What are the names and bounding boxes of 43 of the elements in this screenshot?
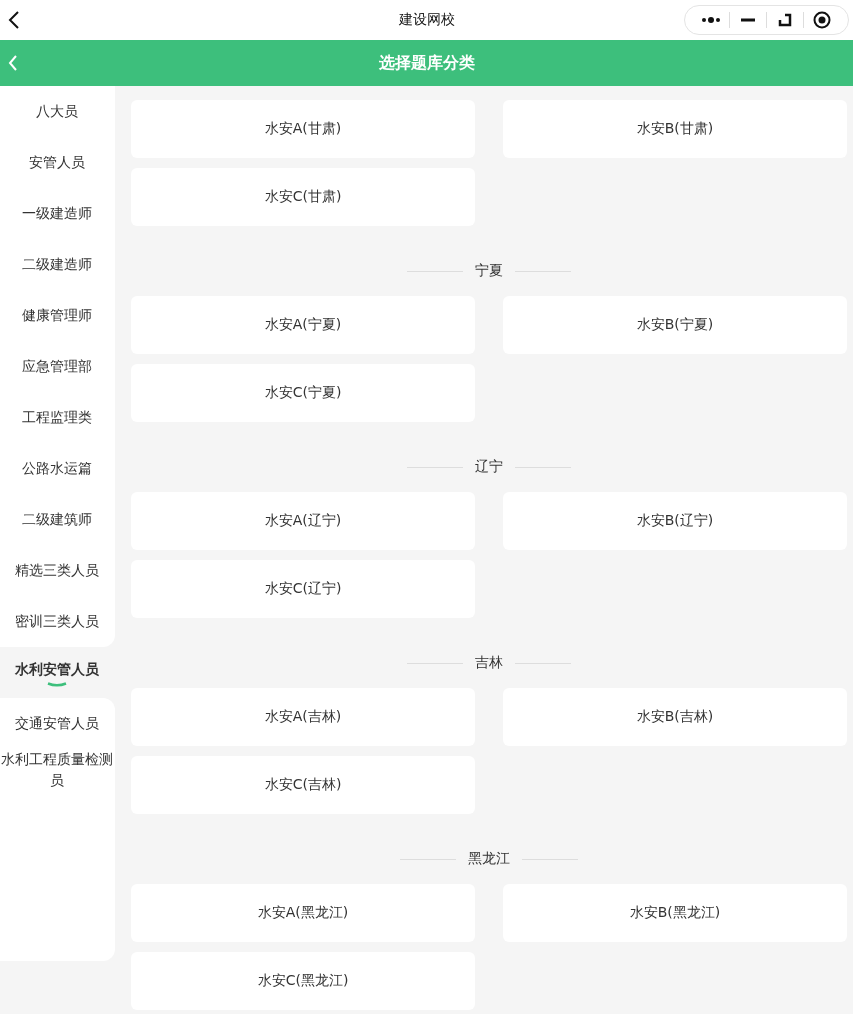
category-card[interactable]: 水安C(吉林) xyxy=(131,756,475,814)
sidebar-item[interactable]: 精选三类人员 xyxy=(0,545,115,596)
category-card[interactable]: 水安C(辽宁) xyxy=(131,560,475,618)
category-card[interactable]: 水安A(宁夏) xyxy=(131,296,475,354)
category-card[interactable]: 水安A(吉林) xyxy=(131,688,475,746)
category-card[interactable]: 水安B(甘肃) xyxy=(503,100,847,158)
sidebar-item[interactable]: 水利工程质量检测员 xyxy=(0,749,115,961)
minimize-icon xyxy=(740,18,756,22)
header-title: 选择题库分类 xyxy=(378,52,475,74)
category-card[interactable]: 水安A(甘肃) xyxy=(131,100,475,158)
more-icon xyxy=(701,16,721,24)
sidebar-item[interactable]: 公路水运篇 xyxy=(0,443,115,494)
section-title: 宁夏 xyxy=(475,262,503,280)
sidebar-item[interactable]: 二级建筑师 xyxy=(0,494,115,545)
category-card[interactable]: 水安B(黑龙江) xyxy=(503,884,847,942)
category-card[interactable]: 水安B(宁夏) xyxy=(503,296,847,354)
window-icon xyxy=(778,13,792,27)
sidebar-item[interactable]: 工程监理类 xyxy=(0,392,115,443)
category-card[interactable]: 水安A(黑龙江) xyxy=(131,884,475,942)
section-title: 辽宁 xyxy=(475,458,503,476)
sidebar-item[interactable]: 二级建造师 xyxy=(0,239,115,290)
category-card[interactable]: 水安C(甘肃) xyxy=(131,168,475,226)
category-card[interactable]: 水安B(吉林) xyxy=(503,688,847,746)
category-card[interactable]: 水安A(辽宁) xyxy=(131,492,475,550)
back-icon xyxy=(8,10,20,30)
sidebar-item[interactable]: 密训三类人员 xyxy=(0,596,115,647)
sidebar-item[interactable]: 应急管理部 xyxy=(0,341,115,392)
sidebar-item[interactable]: 八大员 xyxy=(0,86,115,137)
selected-indicator-icon xyxy=(46,681,67,687)
back-icon xyxy=(8,54,18,72)
sidebar-item[interactable]: 水利安管人员 xyxy=(0,647,115,698)
category-card[interactable]: 水安B(辽宁) xyxy=(503,492,847,550)
sidebar-item[interactable]: 一级建造师 xyxy=(0,188,115,239)
section-title: 黑龙江 xyxy=(468,850,510,868)
category-card[interactable]: 水安C(黑龙江) xyxy=(131,952,475,1010)
target-icon xyxy=(813,11,831,29)
sidebar-item[interactable]: 安管人员 xyxy=(0,137,115,188)
back-button[interactable] xyxy=(8,10,20,30)
app-title: 建设网校 xyxy=(398,11,455,29)
sidebar-item[interactable]: 健康管理师 xyxy=(0,290,115,341)
category-card[interactable]: 水安C(宁夏) xyxy=(131,364,475,422)
sidebar-item[interactable]: 交通安管人员 xyxy=(0,698,115,749)
section-title: 吉林 xyxy=(475,654,503,672)
